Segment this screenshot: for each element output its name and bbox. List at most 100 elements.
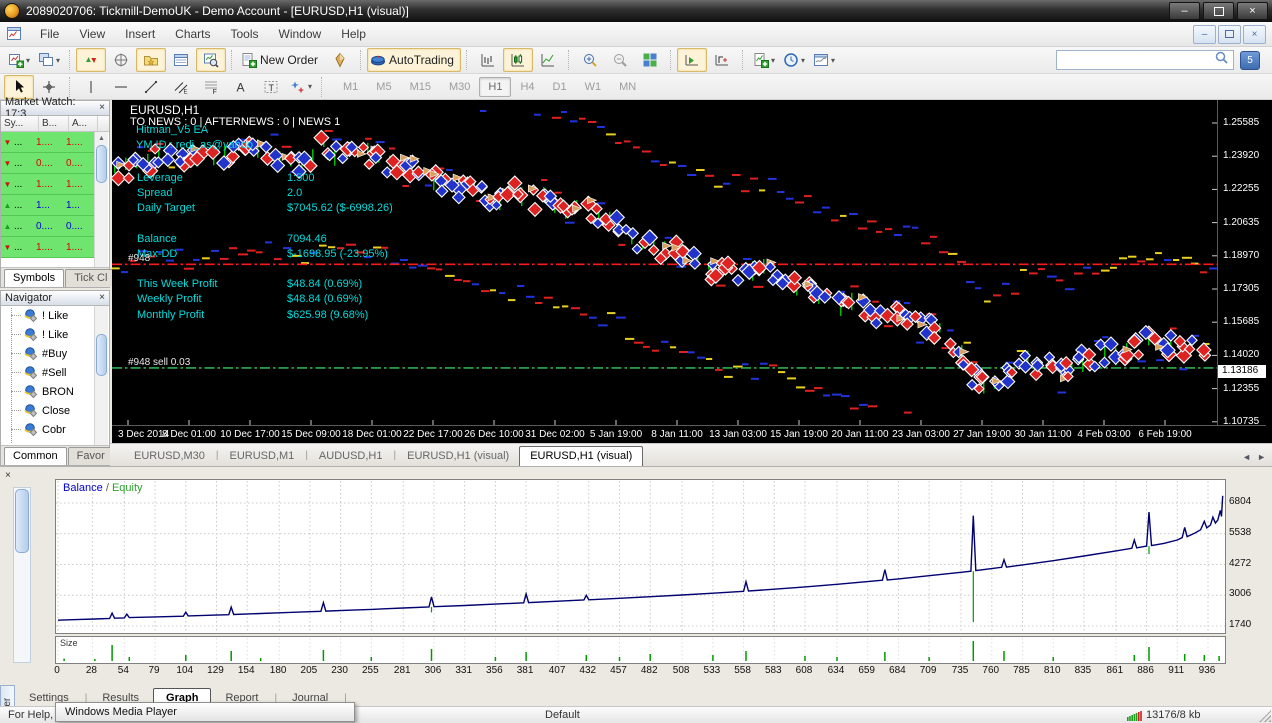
- market-watch-scrollbar[interactable]: ▲▼: [94, 132, 108, 283]
- tabs-scroll-left-icon[interactable]: ◄: [1242, 452, 1251, 462]
- toolbar-new-chart-button[interactable]: ▾: [4, 48, 34, 72]
- column-header-1[interactable]: B...: [39, 116, 69, 131]
- timeframe-m1-button[interactable]: M1: [334, 77, 367, 97]
- market-watch-row[interactable]: ▼... 0.... 0....: [1, 153, 97, 174]
- toolbar-zoom-in-button[interactable]: [575, 48, 605, 72]
- chart-tab-2[interactable]: AUDUSD,H1: [309, 447, 393, 466]
- menu-charts[interactable]: Charts: [165, 23, 220, 45]
- scroll-up-icon[interactable]: ▲: [95, 132, 108, 144]
- time-axis[interactable]: 3 Dec 2014 8 Dec 01:00 10 Dec 17:00 15 Dec …: [112, 425, 1266, 444]
- toolbar-trendline-button[interactable]: [136, 75, 166, 99]
- navigator-header[interactable]: Navigator ×: [1, 291, 109, 306]
- price-axis[interactable]: 1.25585 1.23920 1.22255 1.20635 1.18970 1.173…: [1217, 100, 1267, 427]
- search-icon[interactable]: [1214, 50, 1230, 71]
- menu-insert[interactable]: Insert: [115, 23, 165, 45]
- tabs-scroll-right-icon[interactable]: ►: [1257, 452, 1266, 462]
- timeframe-w1-button[interactable]: W1: [576, 77, 611, 97]
- chart-tab-4[interactable]: EURUSD,H1 (visual): [519, 446, 644, 466]
- toolbar-vline-button[interactable]: [76, 75, 106, 99]
- notification-badge[interactable]: 5: [1240, 50, 1260, 70]
- tester-graph-box[interactable]: Balance / Equity: [55, 479, 1226, 634]
- menu-view[interactable]: View: [69, 23, 115, 45]
- market-watch-row[interactable]: ▼... 1.... 1....: [1, 174, 97, 195]
- navigator-item[interactable]: ! Like: [1, 306, 96, 325]
- toolbar-text-button[interactable]: A: [226, 75, 256, 99]
- toolbar-fibonacci-button[interactable]: F: [196, 75, 226, 99]
- toolbar-market-watch-button[interactable]: [76, 48, 106, 72]
- toolbar-chart-candles-button[interactable]: [502, 48, 533, 72]
- toolbar-zoom-out-button[interactable]: [605, 48, 635, 72]
- toolbar-periods-button[interactable]: ▾: [779, 48, 809, 72]
- toolbar-profiles-button[interactable]: ▾: [34, 48, 64, 72]
- market-watch-row[interactable]: ▲... 0.... 0....: [1, 216, 97, 237]
- menu-tools[interactable]: Tools: [221, 23, 269, 45]
- toolbar-indicators-button[interactable]: ▾: [749, 48, 779, 72]
- mdi-restore-button[interactable]: [1218, 24, 1241, 44]
- tester-close-icon[interactable]: ×: [5, 470, 11, 481]
- resize-grip[interactable]: [1259, 710, 1271, 722]
- toolbar-terminal-button[interactable]: [166, 48, 196, 72]
- chart-tab-3[interactable]: EURUSD,H1 (visual): [397, 447, 519, 466]
- chart-plot-area[interactable]: EURUSD,H1 TO NEWS : 0 | AFTERNEWS : 0 | …: [112, 100, 1217, 425]
- toolbar-cursor-button[interactable]: [4, 74, 34, 99]
- timeframe-mn-button[interactable]: MN: [610, 77, 645, 97]
- toolbar-data-window-button[interactable]: [106, 48, 136, 72]
- status-profile[interactable]: Default: [545, 709, 580, 721]
- chart-tab-1[interactable]: EURUSD,M1: [220, 447, 305, 466]
- mdi-close-button[interactable]: ×: [1243, 24, 1266, 44]
- menu-file[interactable]: File: [30, 23, 69, 45]
- market-watch-row[interactable]: ▼... 1.... 1....: [1, 237, 97, 258]
- market-watch-tab-0[interactable]: Symbols: [4, 269, 65, 287]
- timeframe-m15-button[interactable]: M15: [401, 77, 440, 97]
- timeframe-h4-button[interactable]: H4: [511, 77, 543, 97]
- toolbar-new-order-button[interactable]: New Order: [238, 48, 325, 72]
- maximize-button[interactable]: [1203, 2, 1234, 20]
- tester-scrollbar-thumb[interactable]: [15, 489, 29, 553]
- chart-tab-0[interactable]: EURUSD,M30: [124, 447, 215, 466]
- toolbar-step-forward-button[interactable]: [676, 48, 707, 72]
- menu-window[interactable]: Window: [269, 23, 332, 45]
- toolbar-crosshair-button[interactable]: [34, 75, 64, 99]
- toolbar-navigator-button[interactable]: [136, 48, 166, 72]
- market-watch-tab-1[interactable]: Tick Cl: [65, 269, 117, 287]
- search-input[interactable]: [1056, 50, 1234, 70]
- toolbar-strategy-tester-button[interactable]: [196, 48, 226, 72]
- timeframe-h1-button[interactable]: H1: [479, 76, 512, 97]
- market-watch-close-icon[interactable]: ×: [99, 103, 105, 113]
- toolbar-channel-button[interactable]: E: [166, 75, 196, 99]
- market-watch-scroll-thumb[interactable]: [96, 145, 107, 183]
- mdi-minimize-button[interactable]: –: [1193, 24, 1216, 44]
- navigator-tab-1[interactable]: Favor: [67, 447, 114, 465]
- timeframe-m30-button[interactable]: M30: [440, 77, 479, 97]
- navigator-item[interactable]: ! Like: [1, 325, 96, 344]
- close-button[interactable]: ×: [1237, 2, 1268, 20]
- toolbar-shapes-button[interactable]: ▾: [286, 75, 316, 99]
- toolbar-templates-button[interactable]: ▾: [809, 48, 839, 72]
- tester-scrollbar[interactable]: [13, 487, 31, 663]
- navigator-tab-0[interactable]: Common: [4, 447, 67, 465]
- column-header-0[interactable]: Sy...: [1, 116, 39, 131]
- column-header-2[interactable]: A...: [69, 116, 98, 131]
- toolbar-hline-button[interactable]: [106, 75, 136, 99]
- navigator-item[interactable]: #Sell: [1, 363, 96, 382]
- toolbar-step-over-button[interactable]: [707, 48, 737, 72]
- toolbar-tile-windows-button[interactable]: [635, 48, 665, 72]
- menu-help[interactable]: Help: [331, 23, 376, 45]
- navigator-item[interactable]: Close: [1, 401, 96, 420]
- toolbar-metaeditor-button[interactable]: [325, 48, 355, 72]
- market-watch-row[interactable]: ▼... 1.... 1....: [1, 132, 97, 153]
- timeframe-m5-button[interactable]: M5: [367, 77, 400, 97]
- toolbar-chart-line-button[interactable]: [533, 48, 563, 72]
- navigator-item[interactable]: #Buy: [1, 344, 96, 363]
- minimize-button[interactable]: –: [1169, 2, 1200, 20]
- market-watch-header[interactable]: Market Watch: 17:3 ×: [1, 96, 109, 120]
- toolbar-autotrading-button[interactable]: AutoTrading: [367, 48, 461, 72]
- toolbar-text-label-button[interactable]: T: [256, 75, 286, 99]
- navigator-scroll-thumb[interactable]: [96, 334, 107, 376]
- navigator-item[interactable]: BRON: [1, 382, 96, 401]
- navigator-close-icon[interactable]: ×: [99, 293, 105, 303]
- navigator-item[interactable]: Cobr: [1, 420, 96, 439]
- toolbar-chart-bars-button[interactable]: [473, 48, 503, 72]
- timeframe-d1-button[interactable]: D1: [544, 77, 576, 97]
- market-watch-row[interactable]: ▲... 1... 1...: [1, 195, 97, 216]
